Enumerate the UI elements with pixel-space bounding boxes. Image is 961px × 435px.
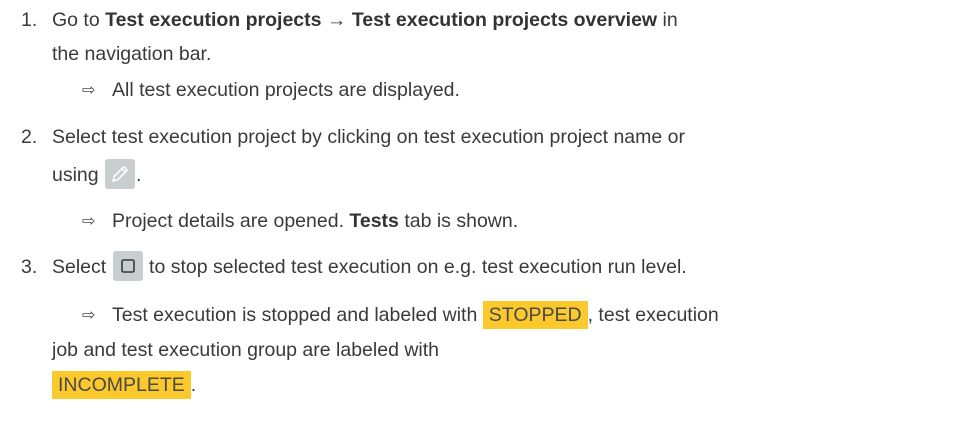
- tests-tab-name: Tests: [349, 210, 399, 232]
- step-3-result-end: INCOMPLETE.: [52, 371, 196, 399]
- result-arrow-icon: ⇨: [82, 305, 96, 324]
- pencil-edit-icon: [105, 158, 136, 189]
- step-2-text-cont: using .: [52, 158, 141, 192]
- status-badge-incomplete: INCOMPLETE: [52, 371, 191, 399]
- step-2-result: ⇨ Project details are opened. Tests tab i…: [82, 207, 518, 235]
- step-number: 1.: [21, 9, 38, 31]
- result-arrow-icon: ⇨: [82, 80, 96, 99]
- status-badge-stopped: STOPPED: [482, 301, 588, 329]
- stop-square-icon: [112, 250, 143, 281]
- path-arrow: →: [321, 9, 352, 31]
- step-3-text: 3. Select to stop selected test execution…: [21, 250, 687, 284]
- step-3-result: ⇨ Test execution is stopped and labeled w…: [82, 301, 719, 329]
- step-1-result: ⇨ All test execution projects are display…: [82, 76, 460, 104]
- menu-path-projects: Test execution projects: [105, 9, 322, 31]
- result-arrow-icon: ⇨: [82, 211, 96, 230]
- step-3-result-cont: job and test execution group are labeled…: [52, 339, 440, 361]
- menu-path-overview: Test execution projects overview: [351, 9, 658, 31]
- step-1-text: Go to Test execution projects → Test exe…: [52, 9, 678, 31]
- step-2-text: Select test execution project by clickin…: [52, 126, 685, 148]
- step-1-text-cont: the navigation bar.: [52, 43, 212, 65]
- step-number: 2.: [21, 126, 38, 148]
- step-number: 3.: [21, 256, 38, 278]
